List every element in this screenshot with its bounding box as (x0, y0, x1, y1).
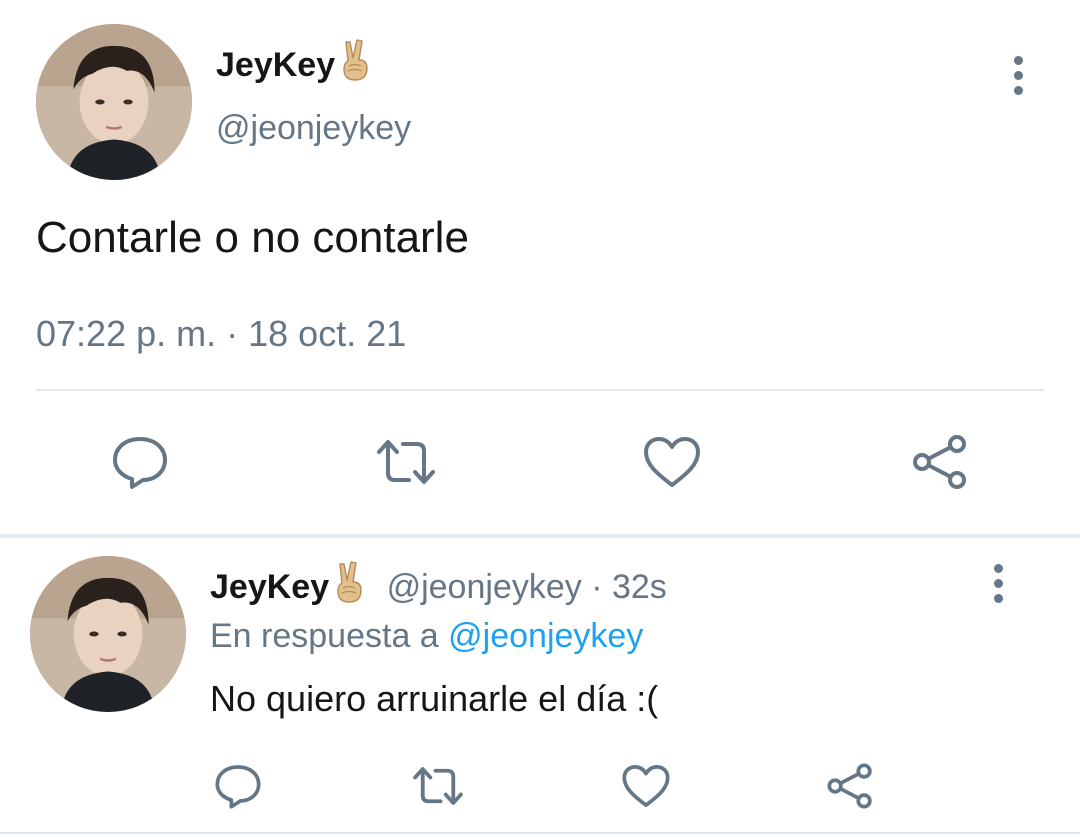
header-separator: · (591, 568, 603, 606)
retweet-button[interactable] (370, 430, 442, 494)
divider (36, 389, 1044, 391)
reply-prefix: En respuesta a (210, 617, 439, 655)
reply-context: En respuesta a @jeonjeykey (210, 612, 643, 660)
more-options-icon[interactable] (978, 558, 1018, 608)
bottom-divider (0, 832, 1080, 834)
avatar-image (30, 556, 186, 712)
like-button[interactable] (636, 430, 708, 494)
tweet-date[interactable]: 18 oct. 21 (248, 313, 406, 354)
avatar[interactable] (30, 556, 186, 712)
tweet-age[interactable]: 32s (612, 568, 667, 606)
victory-hand-icon (329, 560, 369, 617)
display-name[interactable]: JeyKey (216, 46, 335, 84)
retweet-icon (413, 767, 463, 805)
tweet-text: No quiero arruinarle el día :( (210, 678, 659, 719)
like-button[interactable] (614, 758, 678, 814)
retweet-icon (377, 440, 435, 484)
retweet-button[interactable] (406, 758, 470, 814)
share-button[interactable] (904, 430, 976, 494)
reply-to-link[interactable]: @jeonjeykey (448, 617, 643, 655)
handle[interactable]: @jeonjeykey (216, 106, 411, 150)
reply-header-row: JeyKey @jeonjeykey · 32s (210, 560, 667, 617)
avatar[interactable] (36, 24, 192, 180)
timestamp-row: 07:22 p. m. · 18 oct. 21 (36, 310, 406, 358)
tweet-text: Contarle o no contarle (36, 213, 469, 262)
share-icon (913, 435, 966, 489)
more-options-icon[interactable] (998, 50, 1038, 100)
victory-hand-icon (335, 38, 375, 95)
reply-button[interactable] (206, 758, 270, 814)
timestamp-separator: · (226, 313, 239, 354)
section-separator (0, 534, 1080, 538)
share-icon (827, 763, 872, 809)
handle[interactable]: @jeonjeykey (387, 568, 582, 606)
tweet-time[interactable]: 07:22 p. m. (36, 313, 216, 354)
author-name-row: JeyKey (216, 38, 375, 95)
share-button[interactable] (818, 758, 882, 814)
like-icon (644, 437, 700, 487)
reply-icon (113, 437, 167, 489)
like-icon (622, 764, 670, 808)
avatar-image (36, 24, 192, 180)
display-name[interactable]: JeyKey (210, 568, 329, 606)
reply-icon (215, 765, 261, 809)
reply-button[interactable] (104, 430, 176, 494)
